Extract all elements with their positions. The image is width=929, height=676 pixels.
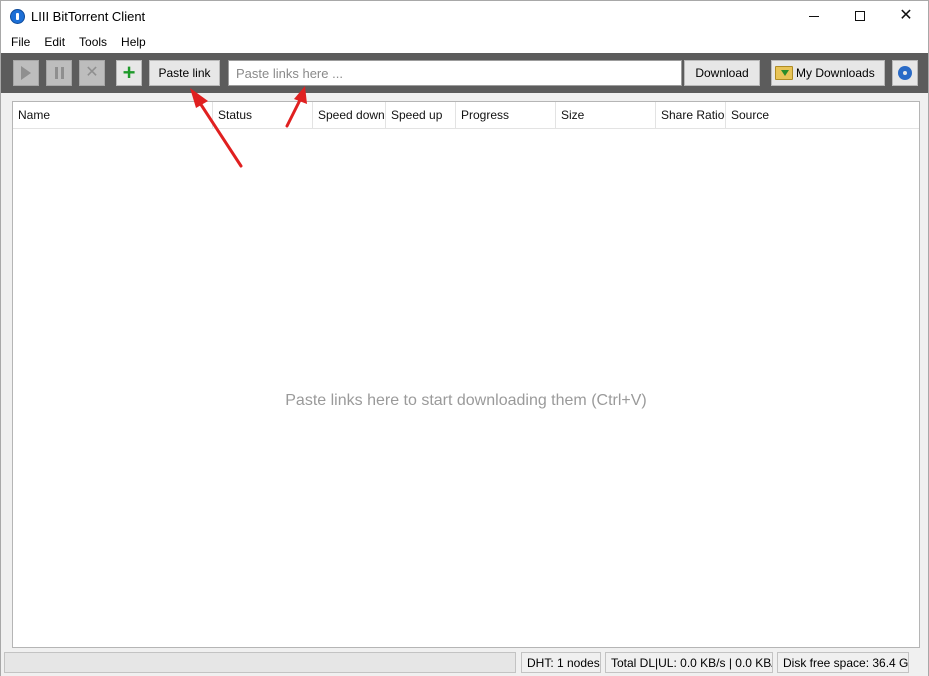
close-icon: ✕ [899, 7, 913, 24]
toolbar: ✕ + Paste link Download My Downloads [1, 53, 928, 93]
column-source[interactable]: Source [726, 102, 919, 129]
status-message [4, 652, 516, 673]
menu-file[interactable]: File [4, 31, 37, 53]
status-dht: DHT: 1 nodes [521, 652, 601, 673]
play-icon [21, 66, 31, 80]
start-button[interactable] [13, 60, 39, 86]
app-logo-icon [10, 9, 25, 24]
folder-icon [775, 66, 793, 80]
app-window: LIII BitTorrent Client ✕ File Edit Tools… [0, 0, 929, 676]
status-total-speed: Total DL|UL: 0.0 KB/s | 0.0 KB/s [605, 652, 773, 673]
column-progress[interactable]: Progress [456, 102, 556, 129]
column-speed-up[interactable]: Speed up [386, 102, 456, 129]
status-bar: DHT: 1 nodes Total DL|UL: 0.0 KB/s | 0.0… [1, 650, 928, 676]
maximize-icon [855, 11, 865, 21]
window-title: LIII BitTorrent Client [31, 9, 146, 24]
pause-button[interactable] [46, 60, 72, 86]
link-input[interactable] [228, 60, 682, 86]
pause-icon [54, 67, 64, 79]
menu-tools[interactable]: Tools [72, 31, 114, 53]
remove-icon: ✕ [85, 64, 99, 81]
add-torrent-button[interactable]: + [116, 60, 142, 86]
gear-icon [898, 66, 912, 80]
torrent-list[interactable]: Name Status Speed down Speed up Progress… [12, 101, 920, 648]
column-name[interactable]: Name [13, 102, 213, 129]
menu-bar: File Edit Tools Help [1, 31, 928, 53]
status-disk-space: Disk free space: 36.4 GB [777, 652, 909, 673]
maximize-button[interactable] [837, 1, 883, 31]
column-status[interactable]: Status [213, 102, 313, 129]
close-button[interactable]: ✕ [883, 1, 929, 31]
column-size[interactable]: Size [556, 102, 656, 129]
my-downloads-label: My Downloads [796, 66, 875, 80]
empty-list-hint: Paste links here to start downloading th… [285, 392, 647, 409]
column-speed-down[interactable]: Speed down [313, 102, 386, 129]
minimize-button[interactable] [791, 1, 837, 31]
add-icon: + [122, 60, 136, 85]
list-header: Name Status Speed down Speed up Progress… [13, 102, 919, 129]
menu-edit[interactable]: Edit [37, 31, 72, 53]
menu-help[interactable]: Help [114, 31, 153, 53]
my-downloads-button[interactable]: My Downloads [771, 60, 885, 86]
download-button[interactable]: Download [684, 60, 760, 86]
column-share-ratio[interactable]: Share Ratio [656, 102, 726, 129]
settings-button[interactable] [892, 60, 918, 86]
remove-button[interactable]: ✕ [79, 60, 105, 86]
paste-link-button[interactable]: Paste link [149, 60, 220, 86]
minimize-icon [809, 15, 819, 17]
title-bar: LIII BitTorrent Client ✕ [1, 1, 928, 31]
